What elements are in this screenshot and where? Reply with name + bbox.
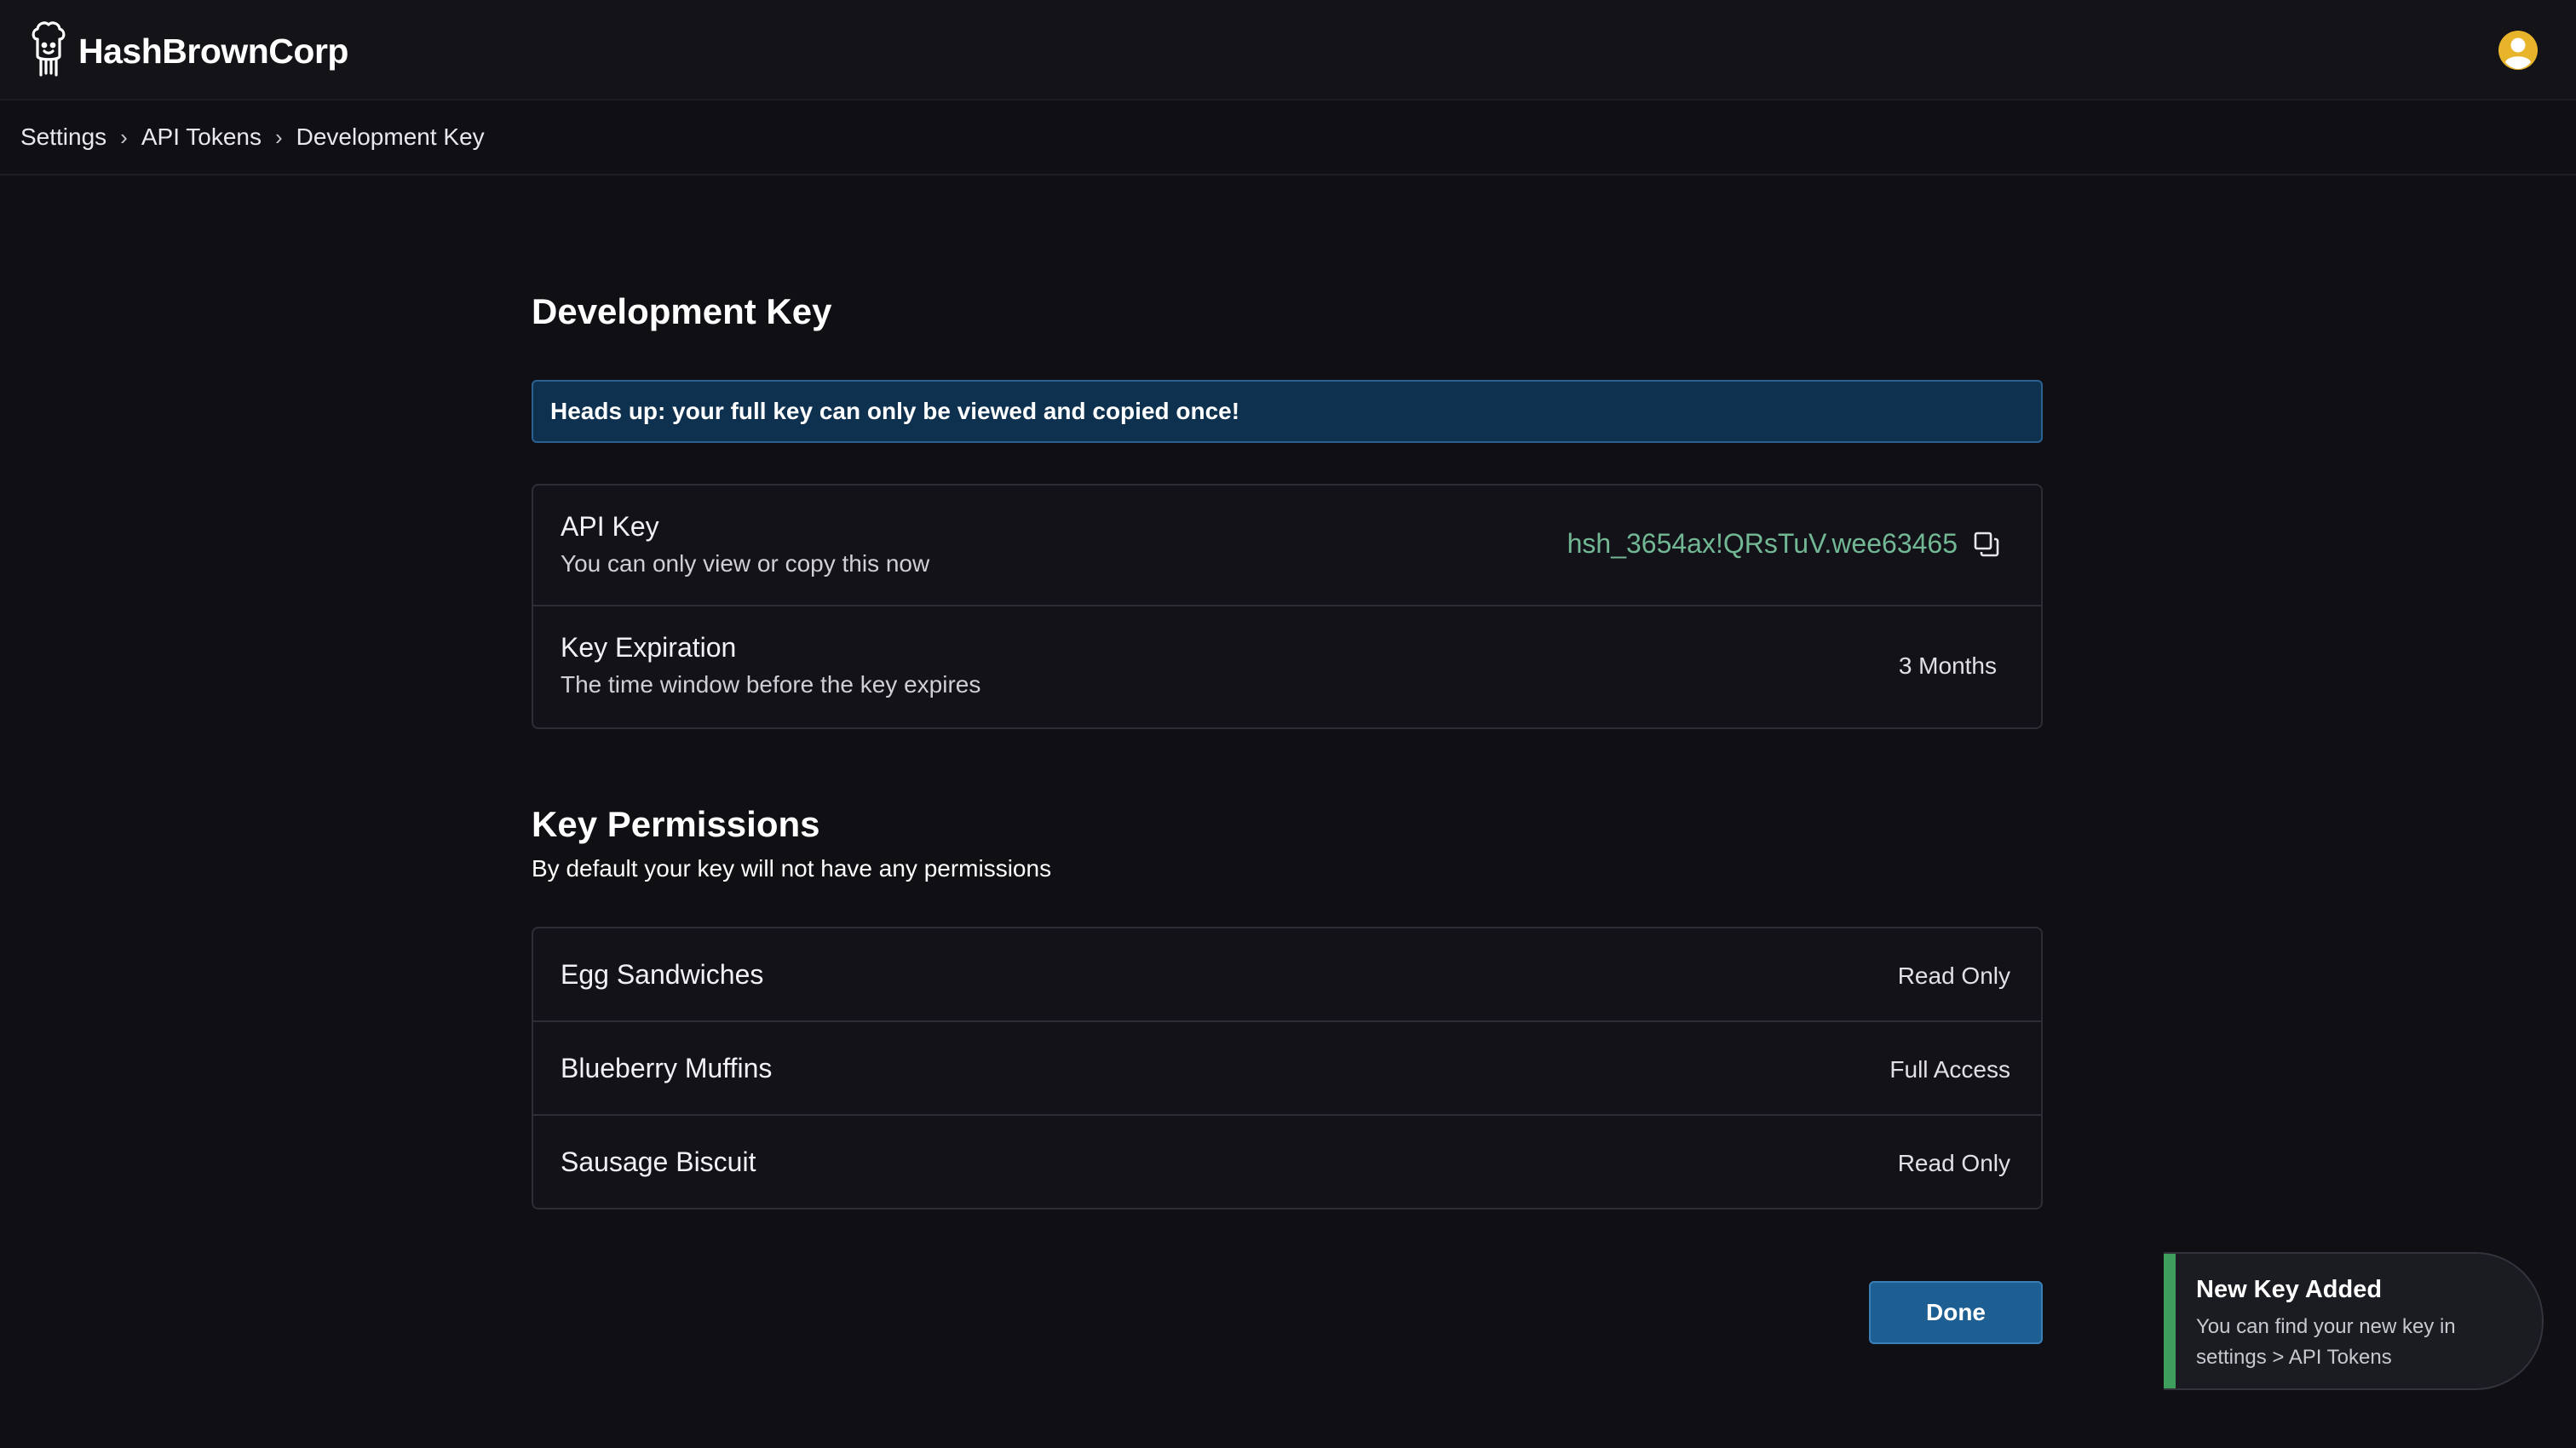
permissions-description: By default your key will not have any pe… (532, 855, 1052, 882)
permission-access: Read Only (1897, 1150, 2010, 1176)
toast-accent-bar (2164, 1254, 2176, 1388)
user-avatar-icon[interactable] (2498, 30, 2539, 71)
permissions-card: Egg Sandwiches Read Only Blueberry Muffi… (532, 927, 2043, 1210)
key-expiration-row: Key Expiration The time window before th… (533, 606, 2041, 727)
page-title: Development Key (532, 291, 832, 331)
permission-access: Read Only (1897, 962, 2010, 989)
toast-message: You can find your new key in settings > … (2196, 1315, 2456, 1369)
warning-banner-text: Heads up: your full key can only be view… (550, 398, 1240, 424)
breadcrumb-item-api-tokens[interactable]: API Tokens (141, 124, 262, 151)
breadcrumb: Settings › API Tokens › Development Key (0, 101, 2576, 175)
chevron-right-icon: › (120, 124, 128, 150)
api-key-value[interactable]: hsh_3654ax!QRsTuV.wee63465 (1567, 528, 1958, 560)
toast-notification[interactable]: New Key Added You can find your new key … (2164, 1252, 2544, 1390)
api-key-value-group: hsh_3654ax!QRsTuV.wee63465 (1567, 528, 2000, 560)
api-key-label: API Key (561, 511, 659, 542)
breadcrumb-item-settings[interactable]: Settings (20, 124, 106, 151)
key-details-card: API Key You can only view or copy this n… (532, 484, 2043, 729)
permission-row: Sausage Biscuit Read Only (533, 1116, 2041, 1210)
permission-name: Blueberry Muffins (561, 1053, 773, 1083)
top-bar: HashBrownCorp (0, 0, 2576, 101)
api-key-hint: You can only view or copy this now (561, 550, 930, 577)
permission-name: Sausage Biscuit (561, 1146, 756, 1177)
toast-title: New Key Added (2196, 1276, 2383, 1303)
key-expiration-label: Key Expiration (561, 632, 737, 663)
breadcrumb-item-current: Development Key (296, 124, 485, 150)
copy-icon[interactable] (1973, 531, 2000, 558)
chef-mascot-icon (29, 20, 68, 83)
permission-row: Egg Sandwiches Read Only (533, 928, 2041, 1022)
done-button[interactable]: Done (1869, 1281, 2043, 1344)
brand-name: HashBrownCorp (78, 32, 348, 71)
permission-access: Full Access (1889, 1056, 2010, 1083)
key-expiration-value: 3 Months (1898, 652, 1997, 679)
permission-name: Egg Sandwiches (561, 959, 764, 990)
key-expiration-hint: The time window before the key expires (561, 671, 981, 698)
warning-banner: Heads up: your full key can only be view… (532, 380, 2043, 443)
permission-row: Blueberry Muffins Full Access (533, 1022, 2041, 1116)
chevron-right-icon: › (274, 124, 283, 150)
brand-logo[interactable]: HashBrownCorp (29, 20, 348, 83)
permissions-heading: Key Permissions (532, 804, 820, 844)
api-key-row: API Key You can only view or copy this n… (533, 486, 2041, 606)
